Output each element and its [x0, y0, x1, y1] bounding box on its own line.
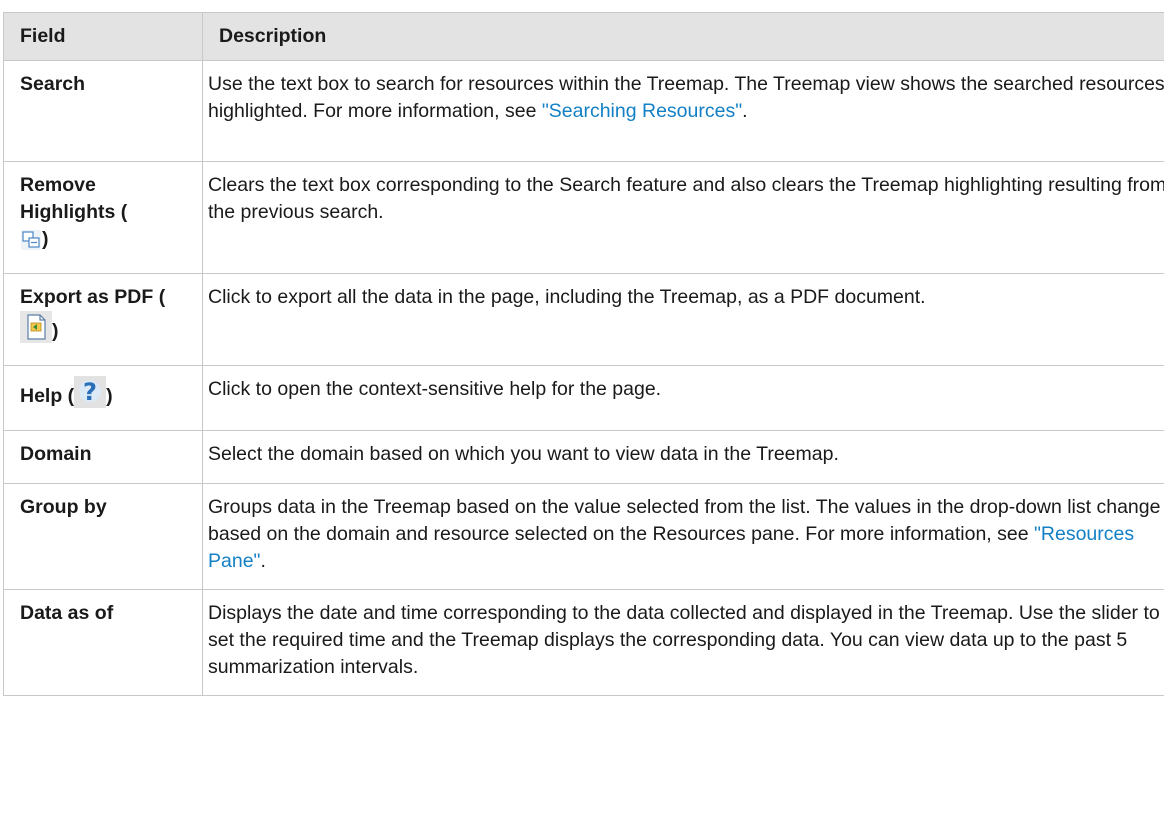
- header-description: Description: [202, 12, 1164, 61]
- description-text-end: .: [260, 550, 266, 572]
- link-searching-resources[interactable]: "Searching Resources": [542, 100, 742, 122]
- export-pdf-icon: [20, 311, 52, 351]
- description-export-pdf: Click to export all the data in the page…: [202, 273, 1164, 366]
- table-row: Export as PDF () Click to export all the…: [3, 273, 1164, 366]
- table-row: Group by Groups data in the Treemap base…: [3, 483, 1164, 590]
- svg-text:?: ?: [83, 378, 97, 406]
- table-row: Help (?) Click to open the context-sensi…: [3, 365, 1164, 431]
- description-text-end: .: [742, 100, 748, 122]
- field-export-pdf: Export as PDF (): [3, 273, 203, 366]
- table-row: Data as of Displays the date and time co…: [3, 589, 1164, 696]
- field-help: Help (?): [3, 365, 203, 431]
- description-help: Click to open the context-sensitive help…: [202, 365, 1164, 431]
- description-domain: Select the domain based on which you wan…: [202, 430, 1164, 484]
- document-frame: Field Description Search Use the text bo…: [0, 0, 1164, 831]
- field-search: Search: [3, 60, 203, 162]
- description-data-as-of: Displays the date and time corresponding…: [202, 589, 1164, 696]
- field-label: Export as PDF (: [20, 286, 166, 308]
- description-remove-highlights: Clears the text box corresponding to the…: [202, 161, 1164, 274]
- description-search: Use the text box to search for resources…: [202, 60, 1164, 162]
- field-description-table: Field Description Search Use the text bo…: [3, 12, 1164, 696]
- table-row: Search Use the text box to search for re…: [3, 60, 1164, 162]
- table-header-row: Field Description: [3, 12, 1164, 61]
- field-remove-highlights: Remove Highlights (): [3, 161, 203, 274]
- field-data-as-of: Data as of: [3, 589, 203, 696]
- description-group-by: Groups data in the Treemap based on the …: [202, 483, 1164, 590]
- remove-highlights-icon: [20, 229, 42, 259]
- table-row: Remove Highlights () Clears the text box…: [3, 161, 1164, 274]
- field-label-end: ): [42, 228, 49, 250]
- table-row: Domain Select the domain based on which …: [3, 430, 1164, 484]
- field-label-end: ): [52, 320, 59, 342]
- field-domain: Domain: [3, 430, 203, 484]
- field-label: Remove Highlights (: [20, 174, 128, 223]
- field-label: Help (: [20, 385, 75, 407]
- description-text: Groups data in the Treemap based on the …: [208, 496, 1161, 545]
- field-group-by: Group by: [3, 483, 203, 590]
- field-label-end: ): [106, 385, 113, 407]
- header-field: Field: [3, 12, 203, 61]
- help-icon: ?: [74, 376, 107, 416]
